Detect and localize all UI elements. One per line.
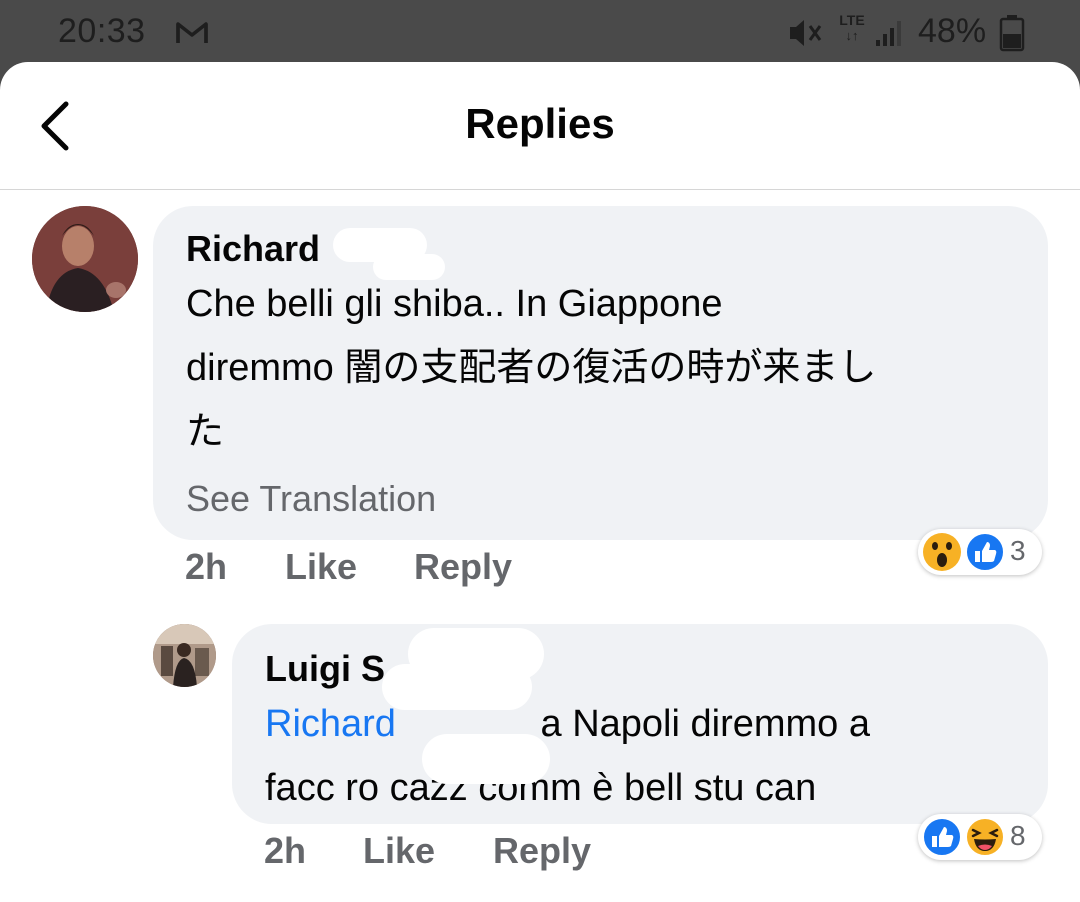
battery-percentage: 48%: [918, 12, 987, 50]
header: Replies: [0, 62, 1080, 190]
status-bar: 20:33 LTE ↓↑ 48%: [0, 0, 1080, 64]
signal-icon: [876, 21, 901, 46]
comment-author[interactable]: Richard: [186, 228, 320, 270]
like-button[interactable]: Like: [363, 830, 435, 872]
avatar[interactable]: [32, 206, 138, 312]
comment-timestamp: 2h: [264, 830, 307, 871]
see-translation-link[interactable]: See Translation: [186, 478, 436, 520]
mention-link[interactable]: Richard: [265, 703, 396, 745]
reactions-summary[interactable]: 3: [918, 529, 1042, 575]
mute-icon: [790, 20, 822, 46]
reply-button[interactable]: Reply: [414, 546, 512, 588]
reply-bubble: Luigi S Richard a Napoli diremmo a facc …: [232, 624, 1048, 824]
comment-bubble: Richard Che belli gli shiba.. In Giappon…: [153, 206, 1048, 540]
page-title: Replies: [465, 100, 615, 147]
like-button[interactable]: Like: [285, 546, 357, 588]
avatar[interactable]: [153, 624, 216, 687]
avatar-photo: [32, 206, 138, 312]
lte-icon: LTE ↓↑: [839, 12, 865, 43]
comment-author[interactable]: Luigi S: [265, 648, 385, 690]
reaction-count: 8: [1010, 820, 1026, 851]
reply-button[interactable]: Reply: [493, 830, 591, 872]
status-time: 20:33: [58, 12, 146, 50]
comment-text: Che belli gli shiba.. In Giappone diremm…: [186, 283, 877, 453]
battery-icon: [999, 15, 1025, 52]
reactions-summary[interactable]: 8: [918, 814, 1042, 860]
wow-reaction-icon: [923, 533, 961, 571]
gmail-icon: [176, 22, 208, 43]
avatar-photo: [153, 624, 216, 687]
comment-timestamp: 2h: [185, 546, 228, 587]
redaction-mark: [422, 734, 550, 784]
like-reaction-icon: [922, 817, 962, 857]
reaction-count: 3: [1010, 535, 1026, 566]
comment-text: Richard a Napoli diremmo a facc ro cazz …: [265, 703, 870, 809]
haha-reaction-icon: [965, 817, 1005, 857]
like-reaction-icon: [965, 532, 1005, 572]
replies-sheet: Replies Richard Che belli gli shiba.. In…: [0, 62, 1080, 902]
